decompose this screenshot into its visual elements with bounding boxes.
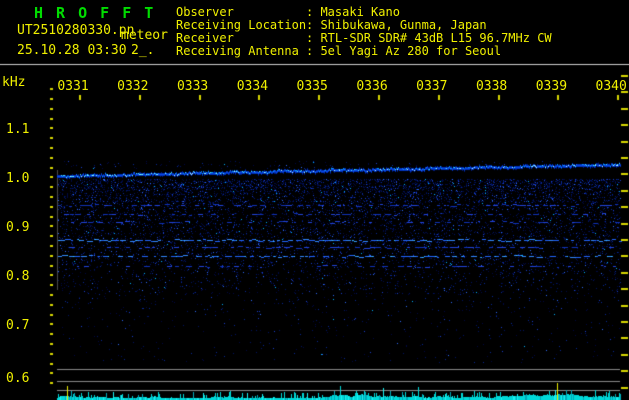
datetime-text: 25.10.28 03:30: [17, 43, 127, 58]
spectrogram-canvas: [0, 0, 629, 400]
app-title: H R O F F T: [34, 4, 156, 22]
info-label: Receiving Antenna: [176, 43, 299, 58]
info-separator: :: [306, 17, 321, 32]
info-row: Observer: Masaki Kano: [176, 6, 552, 19]
info-value: Masaki Kano: [320, 5, 400, 19]
info-label: Observer: [176, 5, 234, 19]
info-separator: :: [306, 30, 321, 45]
info-row: Receiver: RTL-SDR SDR# 43dB L15 96.7MHz …: [176, 30, 552, 45]
filename-overlap-text: meteor: [121, 28, 168, 43]
info-value: Shibukawa, Gunma, Japan: [320, 17, 487, 32]
hrofft-window: H R O F F T UT2510280330.pn meteor 25.10…: [0, 0, 629, 400]
info-row: Receiving Location: Shibukawa, Gunma, Ja…: [176, 19, 552, 32]
time-tick-label-0333: 0333: [176, 79, 209, 94]
time-tick-label-0337: 0337: [416, 79, 448, 94]
time-tick-label-0338: 0338: [475, 79, 508, 94]
freq-unit-label: kHz: [2, 75, 26, 90]
time-tick-label-0331: 0331: [57, 79, 89, 94]
station-info-block: Observer: Masaki Kano Receiving Location:…: [176, 6, 552, 58]
time-tick-label-0332: 0332: [117, 79, 149, 94]
info-value: RTL-SDR SDR# 43dB L15 96.7MHz CW: [320, 30, 552, 45]
info-label: Receiving Location: [176, 17, 307, 32]
freq-tick-label-1.1: 1.1: [6, 122, 30, 137]
info-separator: :: [306, 43, 321, 58]
freq-tick-label-0.7: 0.7: [6, 318, 30, 333]
filename-text: UT2510280330.pn: [17, 23, 135, 38]
time-tick-label-0340: 0340: [595, 79, 627, 94]
time-tick-label-0334: 0334: [236, 79, 269, 94]
time-tick-label-0336: 0336: [356, 79, 388, 94]
info-separator: :: [306, 5, 321, 19]
info-label: Receiver: [176, 30, 234, 45]
time-tick-label-0339: 0339: [535, 79, 568, 94]
info-row: Receiving Antenna: 5el Yagi Az 280 for S…: [176, 43, 552, 58]
time-tick-label-0335: 0335: [296, 79, 328, 94]
freq-tick-label-0.6: 0.6: [6, 371, 30, 386]
info-value: 5el Yagi Az 280 for Seoul: [320, 43, 502, 58]
echo-count-text: 2_.: [131, 43, 155, 58]
freq-tick-label-1.0: 1.0: [6, 171, 30, 186]
freq-tick-label-0.8: 0.8: [6, 269, 30, 284]
freq-tick-label-0.9: 0.9: [6, 220, 30, 235]
